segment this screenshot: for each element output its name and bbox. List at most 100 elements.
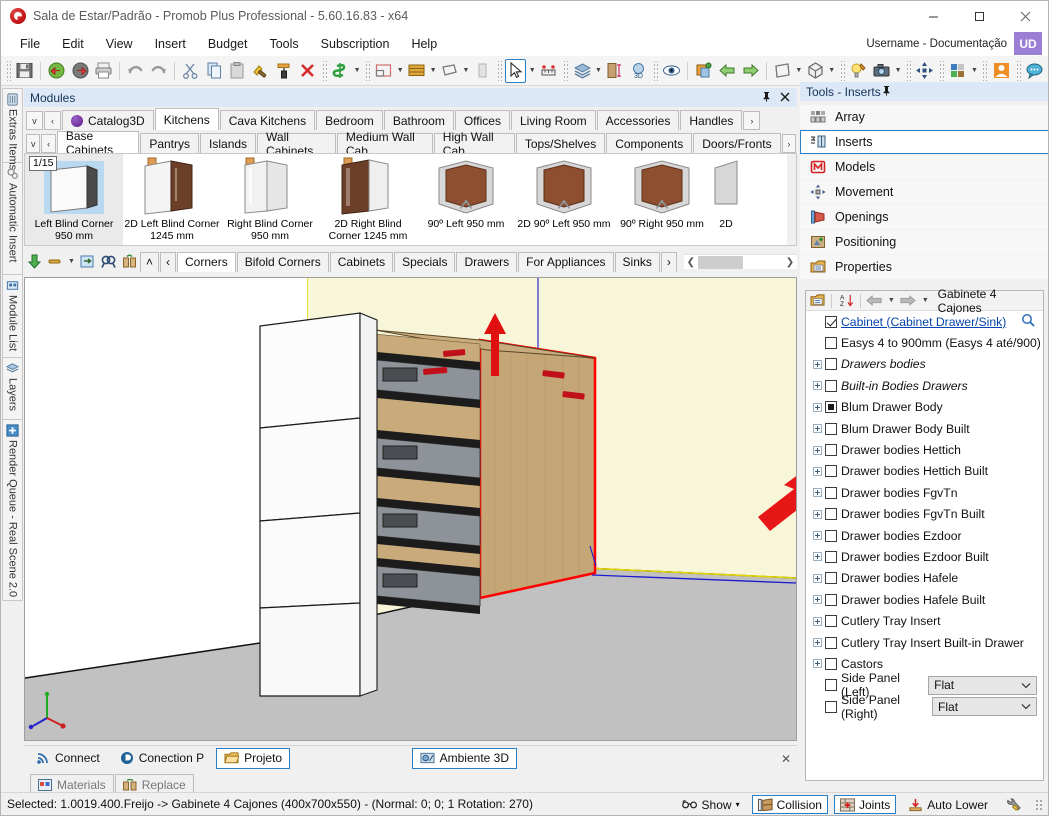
user-account-area[interactable]: Username - Documentação UD bbox=[866, 31, 1042, 56]
menu-view[interactable]: View bbox=[95, 33, 144, 55]
hammer-icon[interactable] bbox=[250, 59, 271, 83]
tab-living-room[interactable]: Living Room bbox=[510, 110, 596, 130]
expander-icon[interactable] bbox=[813, 402, 822, 412]
menu-tools[interactable]: Tools bbox=[258, 33, 309, 55]
export-icon[interactable] bbox=[70, 59, 91, 83]
perspective-icon[interactable] bbox=[772, 59, 793, 83]
user-icon[interactable] bbox=[990, 59, 1011, 83]
expander-icon[interactable] bbox=[813, 445, 822, 455]
measure-icon[interactable] bbox=[538, 59, 559, 83]
line-style-dropdown-arrow[interactable]: ▼ bbox=[66, 251, 77, 273]
row-checkbox[interactable] bbox=[825, 444, 837, 457]
close-tab-icon[interactable]: ✕ bbox=[781, 752, 791, 766]
tabs-row1-prev[interactable]: ‹ bbox=[44, 111, 61, 130]
forward-dropdown-arrow[interactable]: ▼ bbox=[920, 290, 931, 312]
maximize-button[interactable] bbox=[956, 1, 1002, 31]
floor-dropdown-arrow[interactable]: ▼ bbox=[461, 60, 471, 82]
expander-icon[interactable] bbox=[813, 488, 822, 498]
collision-button[interactable]: Collision bbox=[751, 795, 828, 814]
viewport-3d[interactable] bbox=[24, 277, 797, 741]
tree-row-side-panel-right[interactable]: Side Panel (Right) Flat bbox=[806, 693, 1043, 721]
box-view-icon[interactable] bbox=[805, 59, 826, 83]
view3d-icon[interactable]: 3D bbox=[628, 59, 649, 83]
row-checkbox[interactable] bbox=[825, 315, 837, 328]
swap-icon[interactable] bbox=[119, 251, 140, 272]
tab-medium-wall-cab[interactable]: Medium Wall Cab bbox=[336, 130, 433, 158]
show-caret[interactable]: ▾ bbox=[736, 800, 740, 809]
row-checkbox[interactable] bbox=[825, 508, 837, 521]
module-item-90-right-950[interactable]: 90º Right 950 mm bbox=[613, 154, 711, 245]
move-icon[interactable] bbox=[914, 59, 935, 83]
tree-row[interactable]: Drawer bodies FgvTn bbox=[806, 482, 1043, 503]
tab-components[interactable]: Components bbox=[606, 133, 693, 153]
undo-icon[interactable] bbox=[125, 59, 146, 83]
tree-row-blum-drawer-body[interactable]: Blum Drawer Body bbox=[806, 397, 1043, 418]
close-icon[interactable] bbox=[780, 92, 790, 104]
module-item-2d-right-blind-corner-1245[interactable]: 2D Right Blind Corner 1245 mm bbox=[319, 154, 417, 245]
subtabs-next[interactable]: › bbox=[660, 251, 677, 272]
show-button[interactable]: Show ▾ bbox=[676, 795, 746, 814]
search-icon[interactable] bbox=[1021, 313, 1035, 330]
tab-kitchens[interactable]: Kitchens bbox=[154, 108, 219, 130]
bottom-tab-projeto[interactable]: Projeto bbox=[216, 747, 291, 769]
subtab-corners[interactable]: Corners bbox=[177, 251, 236, 272]
select-dropdown-arrow[interactable]: ▼ bbox=[527, 60, 537, 82]
print-icon[interactable] bbox=[93, 59, 114, 83]
row-checkbox[interactable] bbox=[825, 529, 837, 542]
tab-doors-fronts[interactable]: Doors/Fronts bbox=[693, 133, 781, 153]
menu-insert[interactable]: Insert bbox=[144, 33, 197, 55]
items-strip-scrollbar[interactable] bbox=[787, 153, 797, 246]
door-height-icon[interactable] bbox=[604, 59, 625, 83]
bottom-tab-ambiente-3d[interactable]: Ambiente 3D bbox=[411, 747, 517, 769]
row-checkbox[interactable] bbox=[825, 593, 837, 606]
sort-az-icon[interactable]: AZ bbox=[837, 292, 854, 309]
user-avatar[interactable]: UD bbox=[1014, 32, 1042, 55]
tree-row[interactable]: Blum Drawer Body Built bbox=[806, 418, 1043, 439]
eye-icon[interactable] bbox=[661, 59, 682, 83]
expander-icon[interactable] bbox=[813, 616, 822, 626]
module-item-right-blind-corner-950[interactable]: Right Blind Corner 950 mm bbox=[221, 154, 319, 245]
layers-icon[interactable] bbox=[571, 59, 592, 83]
menu-help[interactable]: Help bbox=[400, 33, 448, 55]
prev-icon[interactable] bbox=[716, 59, 737, 83]
camera-dropdown-arrow[interactable]: ▼ bbox=[893, 60, 903, 82]
tree-row-label[interactable]: Cabinet (Cabinet Drawer/Sink) bbox=[841, 315, 1006, 329]
tab-high-wall-cab[interactable]: High Wall Cab bbox=[433, 130, 515, 158]
tree-row[interactable]: Built-in Bodies Drawers bbox=[806, 375, 1043, 396]
environment-icon[interactable] bbox=[373, 59, 394, 83]
box-view-dropdown-arrow[interactable]: ▼ bbox=[827, 60, 837, 82]
chat-icon[interactable] bbox=[1024, 59, 1045, 83]
row-checkbox[interactable] bbox=[825, 401, 837, 414]
row-checkbox[interactable] bbox=[825, 358, 837, 371]
scrollbar-thumb[interactable] bbox=[697, 255, 743, 269]
insert-module-icon[interactable] bbox=[24, 251, 45, 272]
save-icon[interactable] bbox=[14, 59, 35, 83]
tabs-row2-prev[interactable]: ‹ bbox=[41, 134, 56, 153]
tree-row[interactable]: Drawers bodies bbox=[806, 354, 1043, 375]
pin-icon[interactable] bbox=[761, 91, 772, 104]
find-icon[interactable] bbox=[98, 251, 119, 272]
colors-dropdown-arrow[interactable]: ▼ bbox=[970, 60, 980, 82]
tab-tops-shelves[interactable]: Tops/Shelves bbox=[515, 133, 606, 153]
expander-icon[interactable] bbox=[813, 509, 822, 519]
layers-dropdown-arrow[interactable]: ▼ bbox=[594, 60, 604, 82]
tool-item-movement[interactable]: Movement bbox=[800, 180, 1048, 204]
tabs-row2-next[interactable]: › bbox=[781, 134, 797, 153]
tool-item-openings[interactable]: Openings bbox=[800, 205, 1048, 229]
floor-icon[interactable] bbox=[439, 59, 460, 83]
tab-catalog3d[interactable]: Catalog3D bbox=[62, 110, 154, 130]
expander-icon[interactable] bbox=[813, 359, 822, 369]
paint-roller-icon[interactable] bbox=[273, 59, 294, 83]
light-icon[interactable] bbox=[848, 59, 869, 83]
row-checkbox[interactable] bbox=[825, 550, 837, 563]
scroll-left-arrow[interactable]: ❮ bbox=[684, 257, 698, 268]
menu-budget[interactable]: Budget bbox=[197, 33, 259, 55]
bottom-tab-materials[interactable]: Materials bbox=[30, 774, 114, 794]
delete-icon[interactable] bbox=[297, 59, 318, 83]
back-arrow-icon[interactable] bbox=[866, 292, 883, 309]
sidebar-item-render-queue[interactable]: Render Queue - Real Scene 2.0 bbox=[2, 420, 23, 601]
bottom-tab-replace[interactable]: Replace bbox=[114, 774, 194, 794]
forward-arrow-icon[interactable] bbox=[900, 292, 917, 309]
joints-button[interactable]: Joints bbox=[833, 795, 897, 814]
menu-file[interactable]: File bbox=[9, 33, 51, 55]
